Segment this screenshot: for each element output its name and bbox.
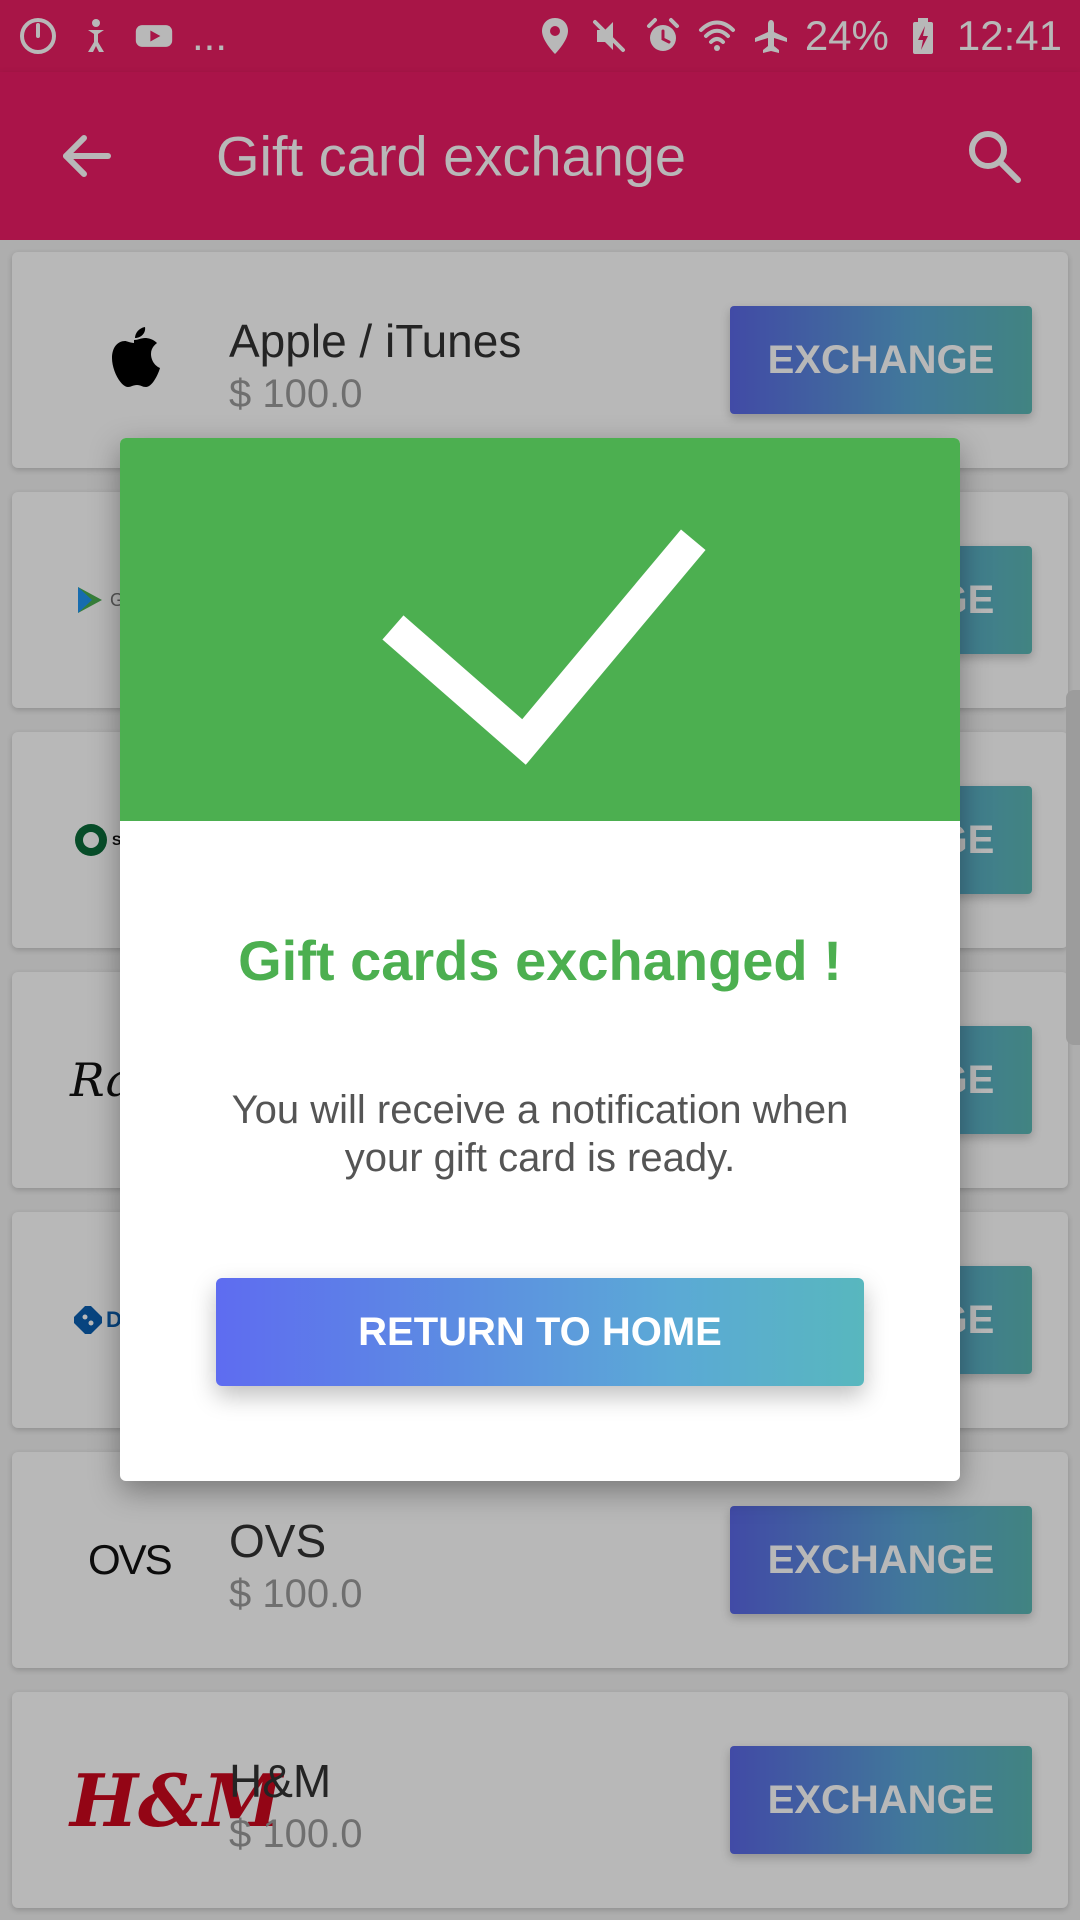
checkmark-icon xyxy=(382,529,706,765)
return-home-button[interactable]: RETURN TO HOME xyxy=(216,1278,864,1386)
dialog-title: Gift cards exchanged ! xyxy=(238,929,842,992)
dialog-message: You will receive a notification when you… xyxy=(231,1088,849,1180)
dialog-header xyxy=(120,438,960,821)
success-dialog: Gift cards exchanged ! You will receive … xyxy=(120,438,960,1481)
